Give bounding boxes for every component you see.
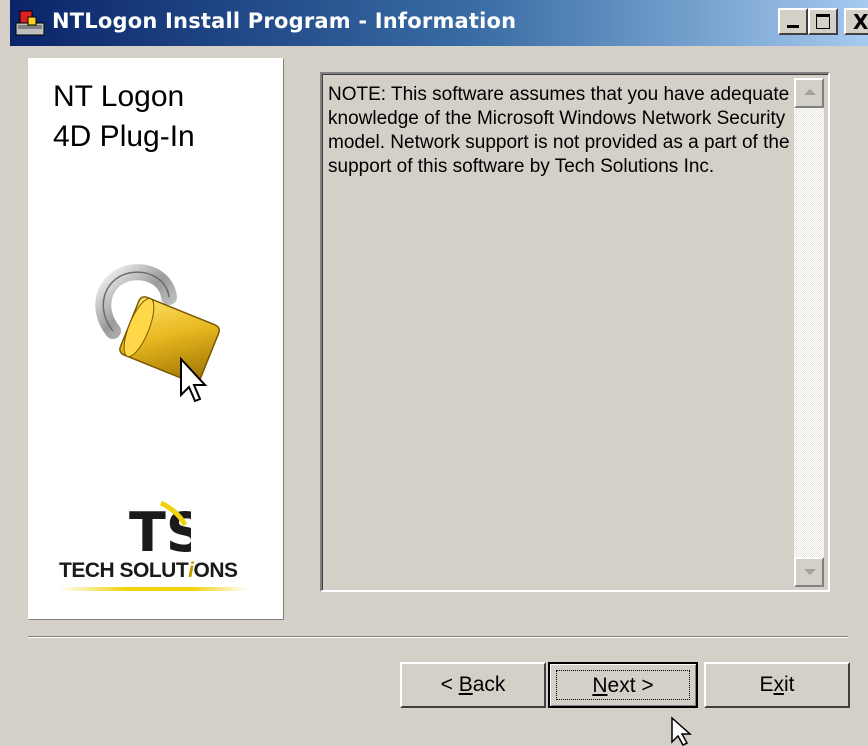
arrow-down-icon — [804, 569, 816, 575]
information-text-box[interactable]: NOTE: This software assumes that you hav… — [320, 72, 830, 592]
exit-button[interactable]: Exit — [704, 662, 850, 708]
svg-text:TS: TS — [129, 501, 191, 561]
next-button[interactable]: Next > — [548, 662, 698, 708]
tech-solutions-logo-text: TECH SOLUTiONS — [59, 559, 238, 582]
product-title: NT Logon 4D Plug-In — [53, 80, 195, 153]
information-text: NOTE: This software assumes that you hav… — [328, 84, 790, 177]
installer-icon — [15, 10, 45, 36]
maximize-button[interactable] — [808, 8, 838, 35]
product-banner-panel: NT Logon 4D Plug-In TS TECH SOLUTiONS — [28, 58, 284, 620]
tech-solutions-logo-mark: TS — [129, 500, 191, 561]
title-bar[interactable]: NTLogon Install Program - Information X — [10, 0, 868, 46]
close-button[interactable]: X — [844, 8, 868, 35]
logo-underline — [59, 587, 249, 591]
minimize-button[interactable] — [778, 8, 808, 35]
vertical-scrollbar[interactable] — [794, 78, 824, 587]
mouse-cursor-icon — [671, 716, 692, 746]
separator-line — [28, 636, 848, 638]
close-icon: X — [853, 10, 868, 34]
padlock-icon — [95, 264, 220, 403]
scroll-down-button[interactable] — [794, 557, 824, 587]
back-button[interactable]: < Back — [400, 662, 546, 708]
arrow-up-icon — [804, 89, 816, 95]
scroll-up-button[interactable] — [794, 78, 824, 108]
information-text-inner: NOTE: This software assumes that you hav… — [322, 74, 828, 590]
focus-rectangle: Next > — [556, 670, 690, 700]
window-title: NTLogon Install Program - Information — [52, 9, 517, 33]
